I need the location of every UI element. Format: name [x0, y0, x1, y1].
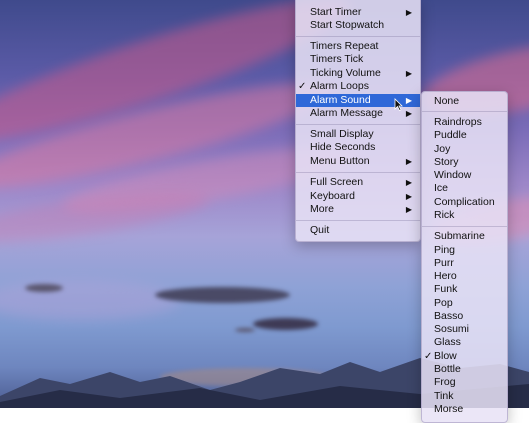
menu-item-label: Story	[434, 156, 459, 168]
menu-item-label: Submarine	[434, 230, 485, 242]
menu-item-joy[interactable]: Joy	[422, 143, 507, 156]
menu-item-label: More	[310, 203, 334, 215]
menu-item-label: Ping	[434, 244, 456, 256]
menu-item-hero[interactable]: Hero	[422, 270, 507, 283]
menu-item-label: Timers Tick	[310, 53, 364, 65]
menu-item-label: Alarm Sound	[310, 94, 371, 106]
menu-item-timers-repeat[interactable]: Timers Repeat	[296, 40, 420, 53]
menu-item-small-display[interactable]: Small Display	[296, 128, 420, 141]
menu-item-rick[interactable]: Rick	[422, 209, 507, 222]
menu-item-glass[interactable]: Glass	[422, 336, 507, 349]
menu-item-label: Window	[434, 169, 472, 181]
menu-item-label: Start Timer	[310, 6, 362, 18]
menu-item-morse[interactable]: Morse	[422, 403, 507, 416]
app-context-menu: Start Timer ▶ Start Stopwatch Timers Repeat…	[295, 0, 421, 242]
menu-item-label: Keyboard	[310, 190, 355, 202]
menu-separator	[296, 124, 420, 125]
menu-item-label: Pop	[434, 297, 453, 309]
menu-item-label: Frog	[434, 376, 456, 388]
submenu-arrow-icon: ▶	[405, 205, 412, 214]
menu-item-label: Alarm Message	[310, 107, 383, 119]
menu-item-label: Raindrops	[434, 116, 482, 128]
menu-item-label: Quit	[310, 224, 330, 236]
alarm-sound-submenu: None Raindrops Puddle Joy Story Window Ice Comp…	[421, 91, 508, 423]
menu-item-purr[interactable]: Purr	[422, 257, 507, 270]
menu-item-label: Rick	[434, 209, 455, 221]
menu-item-label: Funk	[434, 283, 458, 295]
menu-item-label: None	[434, 95, 460, 107]
menu-separator	[296, 172, 420, 173]
menu-item-label: Purr	[434, 257, 454, 269]
menu-item-funk[interactable]: Funk	[422, 283, 507, 296]
submenu-arrow-icon: ▶	[405, 96, 412, 105]
menu-separator	[422, 226, 507, 227]
menu-item-puddle[interactable]: Puddle	[422, 129, 507, 142]
menu-item-label: Start Stopwatch	[310, 19, 385, 31]
menu-item-window[interactable]: Window	[422, 169, 507, 182]
menu-item-label: Alarm Loops	[310, 80, 369, 92]
menu-item-blow[interactable]: ✓ Blow	[422, 350, 507, 363]
menu-item-label: Complication	[434, 196, 495, 208]
submenu-arrow-icon: ▶	[405, 69, 412, 78]
submenu-arrow-icon: ▶	[405, 157, 412, 166]
menu-item-timers-tick[interactable]: Timers Tick	[296, 53, 420, 66]
menu-item-label: Glass	[434, 336, 461, 348]
menu-item-full-screen[interactable]: Full Screen ▶	[296, 176, 420, 189]
menu-item-label: Blow	[434, 350, 457, 362]
menu-item-ice[interactable]: Ice	[422, 182, 507, 195]
menu-item-label: Full Screen	[310, 176, 364, 188]
submenu-arrow-icon: ▶	[405, 178, 412, 187]
menu-item-more[interactable]: More ▶	[296, 203, 420, 216]
mouse-pointer-icon	[394, 98, 403, 111]
menu-item-submarine[interactable]: Submarine	[422, 230, 507, 243]
submenu-arrow-icon: ▶	[405, 8, 412, 17]
menu-item-hide-seconds[interactable]: Hide Seconds	[296, 141, 420, 154]
menu-item-start-timer[interactable]: Start Timer ▶	[296, 6, 420, 19]
menu-item-complication[interactable]: Complication	[422, 196, 507, 209]
menu-item-bottle[interactable]: Bottle	[422, 363, 507, 376]
submenu-arrow-icon: ▶	[405, 109, 412, 118]
menu-item-quit[interactable]: Quit	[296, 224, 420, 237]
submenu-arrow-icon: ▶	[405, 192, 412, 201]
menu-item-label: Basso	[434, 310, 464, 322]
checkmark-icon: ✓	[298, 81, 307, 92]
menu-item-label: Morse	[434, 403, 464, 415]
menu-item-basso[interactable]: Basso	[422, 310, 507, 323]
checkmark-icon: ✓	[424, 351, 433, 362]
menu-item-label: Ice	[434, 182, 449, 194]
menu-item-label: Menu Button	[310, 155, 370, 167]
menu-item-story[interactable]: Story	[422, 156, 507, 169]
menu-item-frog[interactable]: Frog	[422, 376, 507, 389]
menu-separator	[296, 36, 420, 37]
menu-item-raindrops[interactable]: Raindrops	[422, 116, 507, 129]
menu-item-label: Tink	[434, 390, 454, 402]
menu-separator	[422, 111, 507, 112]
menu-item-keyboard[interactable]: Keyboard ▶	[296, 190, 420, 203]
menu-item-label: Puddle	[434, 129, 467, 141]
menu-item-tink[interactable]: Tink	[422, 390, 507, 403]
menu-item-start-stopwatch[interactable]: Start Stopwatch	[296, 19, 420, 32]
menu-item-alarm-loops[interactable]: ✓ Alarm Loops	[296, 80, 420, 93]
menu-item-pop[interactable]: Pop	[422, 297, 507, 310]
menu-item-label: Bottle	[434, 363, 461, 375]
menu-item-label: Joy	[434, 143, 451, 155]
menu-item-label: Timers Repeat	[310, 40, 379, 52]
menu-separator	[296, 220, 420, 221]
menu-item-ping[interactable]: Ping	[422, 244, 507, 257]
menu-item-ticking-volume[interactable]: Ticking Volume ▶	[296, 67, 420, 80]
menu-item-label: Hero	[434, 270, 457, 282]
menu-item-label: Small Display	[310, 128, 374, 140]
menu-item-sosumi[interactable]: Sosumi	[422, 323, 507, 336]
menu-item-menu-button[interactable]: Menu Button ▶	[296, 155, 420, 168]
menu-item-none[interactable]: None	[422, 95, 507, 108]
menu-item-label: Sosumi	[434, 323, 470, 335]
menu-item-label: Ticking Volume	[310, 67, 381, 79]
menu-item-label: Hide Seconds	[310, 141, 376, 153]
